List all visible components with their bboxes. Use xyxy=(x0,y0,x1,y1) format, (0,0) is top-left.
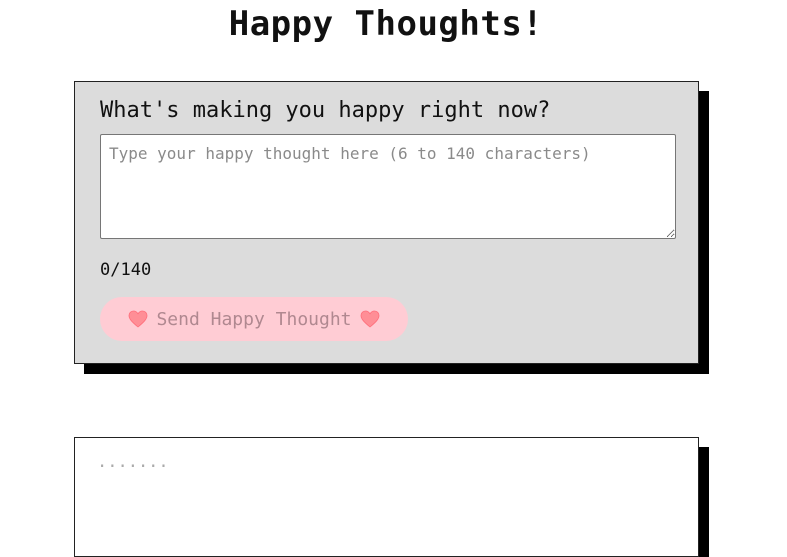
send-button-label: Send Happy Thought xyxy=(156,308,352,330)
send-happy-thought-button[interactable]: Send Happy Thought xyxy=(100,297,408,341)
page-title: Happy Thoughts! xyxy=(228,4,544,44)
form-heading: What's making you happy right now? xyxy=(100,98,551,123)
happy-thought-form: What's making you happy right now? 0/140… xyxy=(74,81,699,364)
happy-thought-input[interactable] xyxy=(100,134,676,239)
thought-text: ....... xyxy=(97,452,169,472)
heart-icon xyxy=(360,310,380,328)
thought-card: ....... xyxy=(74,437,699,557)
heart-icon xyxy=(128,310,148,328)
character-counter: 0/140 xyxy=(100,260,152,280)
